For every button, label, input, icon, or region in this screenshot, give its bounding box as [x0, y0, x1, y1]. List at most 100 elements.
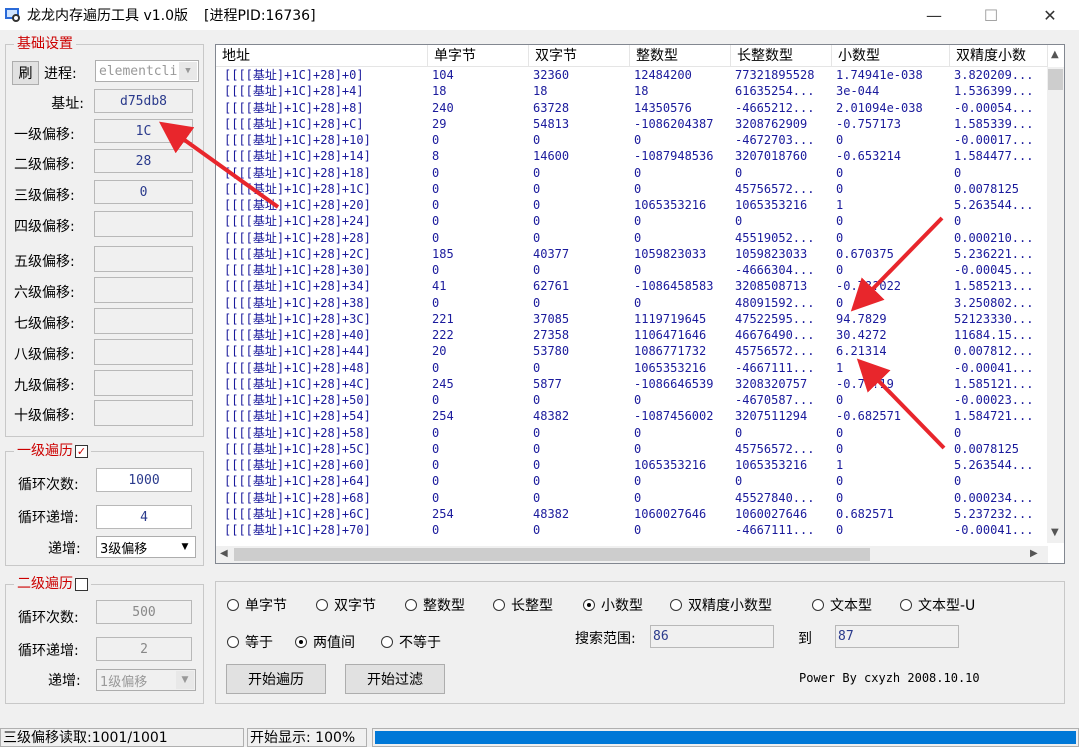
table-row[interactable]: [[[[基址]+1C]+28]+58] 0 0 0 0 0 0 [216, 425, 1048, 441]
maximize-button[interactable]: ☐ [968, 0, 1014, 30]
table-row[interactable]: [[[[基址]+1C]+28]+6C] 254 48382 1060027646 106… [216, 506, 1048, 522]
type-radio-1[interactable]: 双字节 [316, 595, 376, 615]
column-header-5[interactable]: 小数型 [832, 45, 950, 67]
type-radio-2[interactable]: 整数型 [405, 595, 465, 615]
scroll-up-icon[interactable]: ▲ [1051, 49, 1059, 60]
table-row[interactable]: [[[[基址]+1C]+28]+20] 0 0 1065353216 106535321… [216, 197, 1048, 213]
scroll-left-icon[interactable]: ◀ [220, 548, 228, 559]
compare-radio-0[interactable]: 等于 [227, 632, 273, 652]
column-header-1[interactable]: 单字节 [428, 45, 529, 67]
level2-step-select[interactable]: 1级偏移 ▼ [96, 669, 196, 691]
table-row[interactable]: [[[[基址]+1C]+28]+70] 0 0 0 -4667111... 0 -0.000… [216, 522, 1048, 538]
table-cell: 77321895528 [735, 68, 815, 82]
column-header-4[interactable]: 长整数型 [731, 45, 832, 67]
refresh-button[interactable]: 刷 [12, 61, 39, 85]
level2-increment-input[interactable]: 2 [96, 637, 192, 661]
column-header-0[interactable]: 地址 [216, 45, 428, 67]
vertical-scrollbar[interactable]: ▲ ▼ [1047, 49, 1064, 543]
offset-field-9[interactable] [94, 370, 193, 396]
table-row[interactable]: [[[[基址]+1C]+28]+68] 0 0 0 45527840... 0 0.0002… [216, 490, 1048, 506]
base-address-field[interactable]: d75db8 [94, 89, 193, 113]
start-filter-button[interactable]: 开始过滤 [345, 664, 445, 694]
table-row[interactable]: [[[[基址]+1C]+28]+10] 0 0 0 -4672703... 0 -0.000… [216, 132, 1048, 148]
table-cell: 0 [533, 474, 541, 489]
level1-increment-input[interactable]: 4 [96, 505, 192, 529]
column-header-6[interactable]: 双精度小数 [950, 45, 1048, 67]
level1-title-text: 一级遍历 [17, 443, 73, 459]
horizontal-scroll-thumb[interactable] [234, 548, 870, 561]
table-row[interactable]: [[[[基址]+1C]+28]+34] 41 62761 -1086458583 320… [216, 278, 1048, 294]
offset-field-4[interactable] [94, 211, 193, 237]
type-radio-5[interactable]: 双精度小数型 [670, 595, 772, 615]
level2-checkbox[interactable] [75, 577, 88, 591]
scroll-down-icon[interactable]: ▼ [1051, 527, 1059, 538]
process-select[interactable]: elementcli ▼ [95, 60, 199, 82]
type-radio-6[interactable]: 文本型 [812, 595, 872, 615]
table-row[interactable]: [[[[基址]+1C]+28]+5C] 0 0 0 45756572... 0 0.0078… [216, 441, 1048, 457]
table-row[interactable]: [[[[基址]+1C]+28]+14] 8 14600 -1087948536 3207… [216, 148, 1048, 164]
offset-field-7[interactable] [94, 308, 193, 334]
table-cell: 18 [533, 84, 548, 99]
table-row[interactable]: [[[[基址]+1C]+28]+50] 0 0 0 -4670587... 0 -0.000… [216, 392, 1048, 408]
column-header-3[interactable]: 整数型 [630, 45, 731, 67]
results-table[interactable]: 地址 单字节 双字节 整数型 长整数型 小数型 双精度小数 [[[[基址]+1C]+28]+… [215, 44, 1065, 564]
range-from-input[interactable]: 86 [650, 625, 774, 648]
table-row[interactable]: [[[[基址]+1C]+28]+48] 0 0 1065353216 -4667111.… [216, 360, 1048, 376]
table-row[interactable]: [[[[基址]+1C]+28]+64] 0 0 0 0 0 0 [216, 473, 1048, 489]
close-button[interactable]: ✕ [1027, 0, 1073, 30]
table-cell: 0 [634, 295, 642, 310]
table-cell: 0 [634, 181, 642, 196]
basic-settings-title: 基础设置 [14, 35, 76, 53]
vertical-scroll-thumb[interactable] [1048, 69, 1063, 90]
table-cell: -0.00045... [954, 263, 1034, 277]
type-radio-3[interactable]: 长整型 [493, 595, 553, 615]
offset-field-5[interactable] [94, 246, 193, 272]
table-row[interactable]: [[[[基址]+1C]+28]+60] 0 0 1065353216 106535321… [216, 457, 1048, 473]
type-radio-4[interactable]: 小数型 [583, 595, 643, 615]
table-cell: 62761 [533, 279, 570, 294]
compare-radio-1[interactable]: 两值间 [295, 632, 355, 652]
type-radio-label: 小数型 [601, 598, 643, 614]
table-row[interactable]: [[[[基址]+1C]+28]+18] 0 0 0 0 0 0 [216, 165, 1048, 181]
offset-field-10[interactable] [94, 400, 193, 426]
offset-field-2[interactable]: 28 [94, 149, 193, 173]
table-row[interactable]: [[[[基址]+1C]+28]+30] 0 0 0 -4666304... 0 -0.000… [216, 262, 1048, 278]
level2-loop-count-input[interactable]: 500 [96, 600, 192, 624]
table-cell: [[[[基址]+1C]+28]+50] [224, 393, 371, 407]
table-row[interactable]: [[[[基址]+1C]+28]+38] 0 0 0 48091592... 0 3.2508… [216, 295, 1048, 311]
table-row[interactable]: [[[[基址]+1C]+28]+8] 240 63728 14350576 -46652… [216, 100, 1048, 116]
table-row[interactable]: [[[[基址]+1C]+28]+24] 0 0 0 0 0 0 [216, 213, 1048, 229]
table-row[interactable]: [[[[基址]+1C]+28]+28] 0 0 0 45519052... 0 0.0002… [216, 230, 1048, 246]
table-row[interactable]: [[[[基址]+1C]+28]+44] 20 53780 1086771732 4575… [216, 343, 1048, 359]
level1-checkbox[interactable]: ✓ [75, 444, 88, 458]
table-cell: 0 [836, 214, 844, 229]
type-radio-0[interactable]: 单字节 [227, 595, 287, 615]
table-row[interactable]: [[[[基址]+1C]+28]+54] 254 48382 -1087456002 32… [216, 408, 1048, 424]
table-row[interactable]: [[[[基址]+1C]+28]+4] 18 18 18 61635254... 3e-04… [216, 83, 1048, 99]
table-row[interactable]: [[[[基址]+1C]+28]+4C] 245 5877 -1086646539 320… [216, 376, 1048, 392]
level1-step-select[interactable]: 3级偏移 ▼ [96, 536, 196, 558]
table-row[interactable]: [[[[基址]+1C]+28]+C] 29 54813 -1086204387 3208… [216, 116, 1048, 132]
table-cell: 1.536399... [954, 84, 1034, 99]
offset-field-6[interactable] [94, 277, 193, 303]
table-row[interactable]: [[[[基址]+1C]+28]+1C] 0 0 0 45756572... 0 0.0078… [216, 181, 1048, 197]
type-radio-label: 整数型 [423, 598, 465, 614]
table-row[interactable]: [[[[基址]+1C]+28]+40] 222 27358 1106471646 466… [216, 327, 1048, 343]
column-header-2[interactable]: 双字节 [529, 45, 630, 67]
offset-field-3[interactable]: 0 [94, 180, 193, 204]
range-to-input[interactable]: 87 [835, 625, 959, 648]
table-row[interactable]: [[[[基址]+1C]+28]+0] 104 32360 12484200 773218… [216, 67, 1048, 83]
offset-field-8[interactable] [94, 339, 193, 365]
table-cell: 52123330... [954, 311, 1034, 326]
level1-loop-count-input[interactable]: 1000 [96, 468, 192, 492]
start-traverse-button[interactable]: 开始遍历 [226, 664, 326, 694]
minimize-button[interactable]: — [911, 0, 957, 30]
type-radio-7[interactable]: 文本型-U [900, 595, 975, 615]
table-cell: 27358 [533, 328, 570, 342]
table-row[interactable]: [[[[基址]+1C]+28]+2C] 185 40377 1059823033 105… [216, 246, 1048, 262]
table-row[interactable]: [[[[基址]+1C]+28]+3C] 221 37085 1119719645 475… [216, 311, 1048, 327]
horizontal-scrollbar[interactable]: ◀ ▶ [216, 546, 1048, 563]
scroll-right-icon[interactable]: ▶ [1030, 548, 1038, 559]
compare-radio-2[interactable]: 不等于 [381, 632, 441, 652]
offset-field-1[interactable]: 1C [94, 119, 193, 143]
